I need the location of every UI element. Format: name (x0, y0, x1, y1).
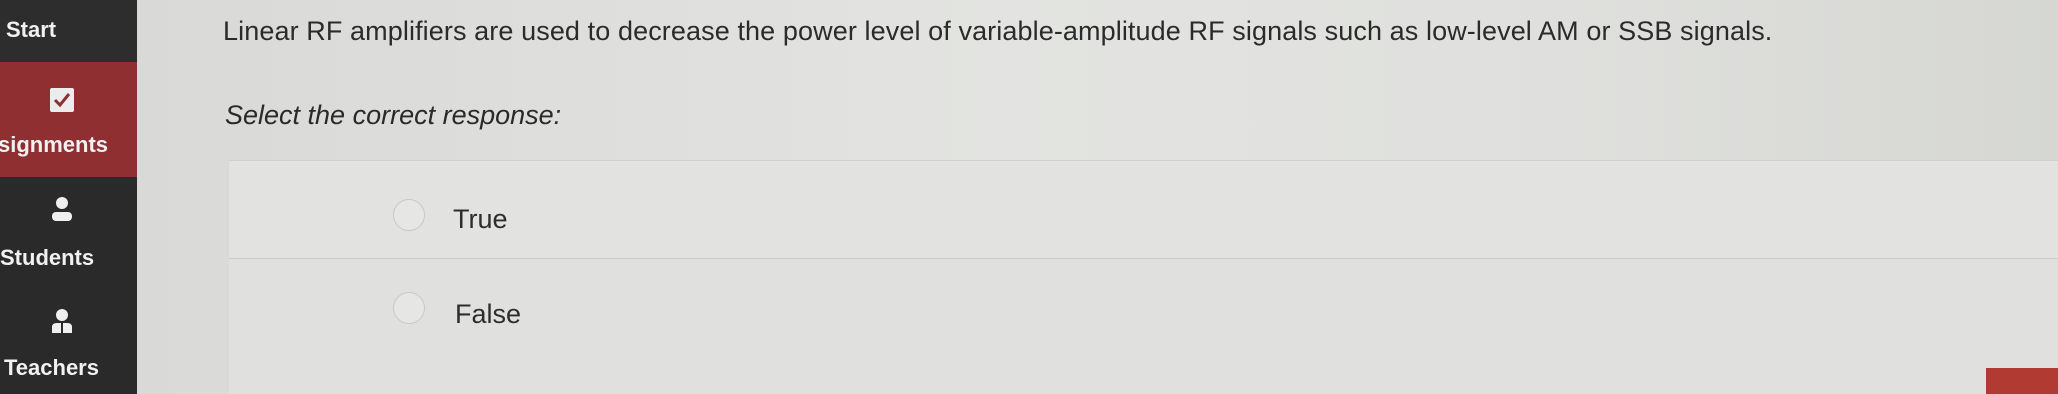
option-false[interactable]: False (229, 258, 2058, 394)
app-window: Start signments Students Teachers Linear… (0, 0, 2058, 394)
question-panel: Linear RF amplifiers are used to decreas… (137, 0, 2058, 394)
corner-action-tab[interactable] (1986, 368, 2058, 394)
response-prompt: Select the correct response: (225, 100, 562, 130)
sidebar-item-students[interactable]: Students (0, 177, 137, 283)
radio-button-true[interactable] (393, 199, 425, 231)
sidebar-item-teachers[interactable]: Teachers (0, 283, 137, 394)
radio-button-false[interactable] (393, 292, 425, 324)
question-text: Linear RF amplifiers are used to decreas… (223, 16, 1773, 46)
answer-options: True False (229, 160, 2058, 394)
sidebar-item-label: Teachers (4, 355, 99, 380)
person-icon (48, 195, 76, 223)
sidebar-item-start[interactable]: Start (0, 0, 137, 62)
option-label-true: True (453, 204, 508, 234)
checkbox-icon (48, 86, 76, 114)
teacher-icon (48, 307, 76, 335)
option-true[interactable]: True (229, 160, 2058, 258)
sidebar-item-label: signments (0, 132, 109, 157)
sidebar-item-assignments[interactable]: signments (0, 62, 137, 177)
option-label-false: False (455, 299, 522, 329)
sidebar: Start signments Students Teachers (0, 0, 137, 394)
sidebar-item-label: Students (0, 245, 95, 270)
sidebar-item-label: Start (6, 17, 57, 42)
